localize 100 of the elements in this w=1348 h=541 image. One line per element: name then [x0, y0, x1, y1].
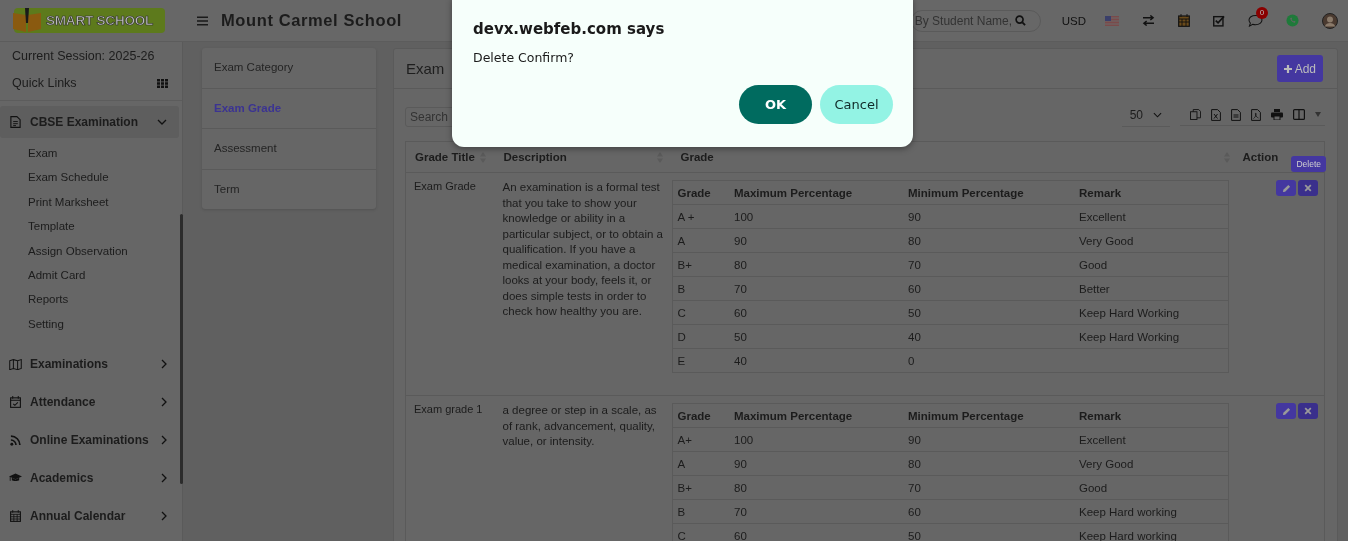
sidebar-submenu-item[interactable]: Exam Schedule: [28, 165, 182, 190]
settings-menu-item[interactable]: Term: [202, 169, 376, 209]
table-cell: Keep Hard Working: [1079, 330, 1180, 343]
table-cell: 50: [734, 330, 747, 343]
table-cell: 90: [908, 433, 921, 446]
chevron-right-icon: [161, 511, 167, 522]
avatar[interactable]: [1322, 12, 1338, 29]
quick-links-label[interactable]: Quick Links: [12, 76, 77, 90]
table-cell: 70: [908, 481, 921, 494]
ok-button[interactable]: OK: [739, 85, 812, 124]
table-cell: 70: [908, 258, 921, 271]
edit-button[interactable]: [1276, 403, 1296, 419]
column-header[interactable]: Action: [1242, 151, 1279, 163]
calendar-icon[interactable]: [1178, 14, 1190, 27]
column-header: Maximum Percentage: [734, 186, 853, 199]
table-cell: Better: [1079, 282, 1110, 295]
menu-icon[interactable]: [197, 15, 208, 26]
table-cell: 90: [908, 210, 921, 223]
table-cell: 60: [734, 306, 747, 319]
tooltip: Delete: [1291, 156, 1326, 172]
map-icon: [9, 358, 22, 370]
search-icon[interactable]: [1014, 15, 1026, 26]
column-header: Minimum Percentage: [908, 186, 1024, 199]
settings-menu-item[interactable]: Exam Category: [202, 48, 376, 89]
book-icon: [12, 6, 42, 33]
graduation-cap-icon: [9, 473, 22, 484]
sidebar-menu-item[interactable]: Academics: [0, 462, 179, 495]
table-cell: 100: [734, 433, 754, 446]
delete-button[interactable]: [1298, 180, 1318, 196]
grid-icon[interactable]: [157, 78, 168, 88]
table-cell: A+: [677, 433, 692, 446]
table-cell: 60: [734, 529, 747, 541]
sidebar-menu-item[interactable]: Online Examinations: [0, 424, 179, 457]
chevron-down-icon: [1153, 111, 1162, 118]
session-label: Current Session: 2025-26: [11, 48, 156, 65]
table-cell: C: [677, 529, 686, 541]
page-size-select[interactable]: 50: [1121, 107, 1170, 127]
chat-icon[interactable]: [1248, 14, 1263, 27]
sidebar-menu-item[interactable]: Examinations: [0, 348, 179, 381]
table-cell: 0: [908, 354, 915, 367]
dialog-title: devx.webfeb.com says: [473, 20, 666, 38]
scrollbar[interactable]: [180, 214, 183, 484]
checkbox-icon[interactable]: [1213, 14, 1225, 27]
sidebar-menu-item[interactable]: Attendance: [0, 386, 179, 419]
column-header: Minimum Percentage: [908, 409, 1024, 422]
copy-icon[interactable]: [1190, 109, 1201, 120]
columns-icon[interactable]: [1293, 109, 1305, 120]
column-header: Remark: [1079, 409, 1122, 422]
table-cell: 80: [908, 234, 921, 247]
calendar-icon: [9, 510, 22, 523]
close-icon: [1304, 184, 1312, 192]
table-cell: C: [677, 306, 686, 319]
sidebar-submenu-item[interactable]: Assign Observation: [28, 238, 182, 263]
delete-button[interactable]: [1298, 403, 1318, 419]
sidebar-submenu-item[interactable]: Admit Card: [28, 262, 182, 288]
table-cell: E: [677, 354, 686, 367]
rss-icon: [9, 434, 22, 446]
add-button[interactable]: Add: [1276, 55, 1323, 82]
sidebar-submenu-item[interactable]: Print Marksheet: [28, 189, 182, 215]
edit-button[interactable]: [1276, 180, 1296, 196]
sidebar-menu-item[interactable]: Annual Calendar: [0, 500, 179, 533]
table-cell: A: [677, 457, 686, 470]
print-icon[interactable]: [1271, 109, 1283, 120]
pdf-file-icon[interactable]: [1251, 108, 1261, 121]
table-cell: Keep Hard working: [1079, 529, 1177, 541]
table-cell: 70: [734, 282, 747, 295]
swap-icon[interactable]: [1142, 15, 1155, 26]
grade-title: Exam Grade: [414, 180, 476, 192]
sidebar-submenu-item[interactable]: Exam: [28, 141, 182, 166]
chevron-down-icon: [157, 119, 167, 125]
table-cell: 70: [734, 505, 747, 518]
notification-badge: 0: [1256, 7, 1268, 19]
sidebar-menu-item[interactable]: CBSE Examination: [0, 106, 179, 138]
table-cell: 80: [908, 457, 921, 470]
flag-icon[interactable]: [1105, 15, 1119, 26]
excel-file-icon[interactable]: [1211, 108, 1221, 121]
logo[interactable]: SMART SCHOOL: [14, 8, 165, 33]
table-cell: B+: [677, 481, 692, 494]
chevron-right-icon: [161, 473, 167, 484]
table-cell: 90: [734, 234, 747, 247]
column-header[interactable]: Grade Title: [415, 151, 475, 163]
settings-menu-item[interactable]: Assessment: [202, 129, 376, 170]
csv-file-icon[interactable]: [1231, 108, 1241, 121]
table-cell: Keep Hard Working: [1079, 306, 1180, 319]
caret-icon[interactable]: [1315, 112, 1321, 117]
panel-title: Exam: [406, 60, 445, 77]
table-cell: 60: [908, 282, 921, 295]
currency-selector[interactable]: USD: [1061, 14, 1086, 27]
grade-title: Exam grade 1: [414, 403, 483, 415]
table-cell: 100: [734, 210, 754, 223]
sidebar-submenu-item[interactable]: Setting: [28, 311, 182, 337]
dialog-message: Delete Confirm?: [473, 50, 575, 65]
cancel-button[interactable]: Cancel: [820, 85, 893, 124]
column-header[interactable]: Description: [503, 151, 567, 163]
description-text: a degree or step in a scale, as of rank, advancement, quality, value, or intensity.: [502, 403, 658, 449]
school-name: Mount Carmel School: [221, 11, 402, 30]
column-header[interactable]: Grade: [680, 151, 714, 163]
calendar-check-icon: [9, 396, 22, 409]
sidebar-submenu-item[interactable]: Template: [28, 214, 182, 239]
sidebar-submenu-item[interactable]: Reports: [28, 287, 182, 312]
